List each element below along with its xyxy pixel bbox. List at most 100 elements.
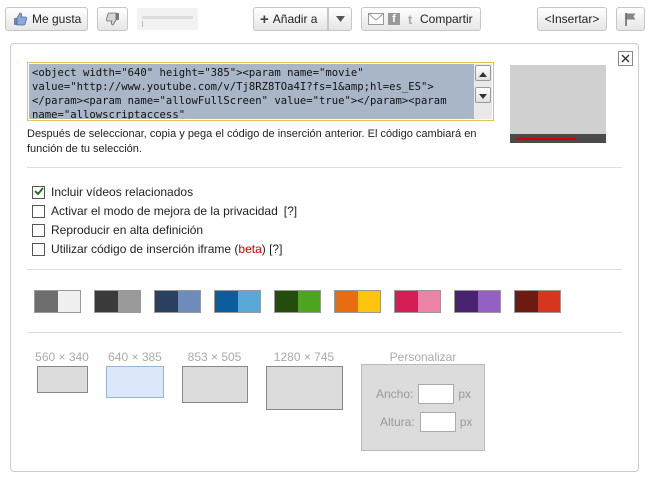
option-label: Reproducir en alta definición [51,223,204,237]
email-icon [368,13,384,25]
size-option-853[interactable]: 853 × 505 [176,350,253,405]
dislike-button[interactable] [97,7,128,31]
color-swatch[interactable] [334,290,381,313]
color-swatch[interactable] [454,290,501,313]
thumbs-up-icon [12,11,28,27]
size-preview-box-selected [106,366,164,398]
checkbox-iframe[interactable] [32,242,45,256]
help-link[interactable]: ) [?] [262,242,283,256]
color-swatch[interactable] [394,290,441,313]
option-label: Activar el modo de mejora de la privacid… [51,204,278,218]
color-swatch[interactable] [514,290,561,313]
color-swatch-half [357,291,380,312]
size-preview-box [266,366,343,410]
option-iframe-text: Utilizar código de inserción iframe (bet… [51,242,282,256]
add-to-dropdown-button[interactable] [328,7,352,31]
close-icon [621,52,630,66]
size-option-640[interactable]: 640 × 385 [100,350,170,400]
rating-bar-tick [142,21,143,27]
embed-help-text: Después de seleccionar, copia y pega el … [27,128,477,155]
embed-label: <Insertar> [544,12,600,26]
option-privacy-mode[interactable]: Activar el modo de mejora de la privacid… [32,204,297,218]
checkbox-privacy-mode[interactable] [32,204,45,218]
divider [27,167,622,168]
checkbox-hd[interactable] [32,223,45,237]
color-swatch-half [477,291,500,312]
width-input[interactable] [418,384,455,404]
color-swatch-half [35,291,58,312]
checkbox-related-videos[interactable] [32,185,45,199]
color-swatch-half [95,291,118,312]
color-swatch-half [537,291,560,312]
checkmark-icon [33,185,44,199]
thumbs-down-icon [105,11,121,27]
color-swatch[interactable] [274,290,321,313]
divider [27,332,622,333]
like-label: Me gusta [32,12,82,26]
color-swatch[interactable] [214,290,261,313]
size-label: 640 × 385 [108,350,162,364]
player-progress-bar [516,138,576,140]
size-preview-box [37,366,88,393]
flag-button[interactable] [616,7,645,31]
scroll-down-button[interactable] [475,87,491,103]
width-unit: px [458,387,472,401]
color-swatch-half [417,291,440,312]
facebook-icon: f [388,13,400,25]
custom-width-row: Ancho: px [376,384,471,404]
embed-button[interactable]: <Insertar> [537,7,607,31]
option-iframe[interactable]: Utilizar código de inserción iframe (bet… [32,242,282,256]
color-swatch[interactable] [34,290,81,313]
embed-code-box[interactable] [27,62,494,121]
color-swatch[interactable] [94,290,141,313]
twitter-icon: t [407,11,413,27]
color-swatch-half [215,291,238,312]
beta-link[interactable]: beta [238,242,261,256]
color-swatch-half [297,291,320,312]
size-label: 1280 × 745 [273,350,335,364]
size-label: 560 × 340 [35,350,89,364]
share-label: Compartir [420,12,473,26]
custom-size-panel: Ancho: px Altura: px [361,364,485,451]
custom-size-title: Personalizar [389,350,457,364]
color-swatch-half [455,291,478,312]
size-label: 853 × 505 [187,350,242,364]
help-link[interactable]: [?] [284,204,297,218]
option-related-videos[interactable]: Incluir vídeos relacionados [32,185,193,199]
height-unit: px [459,415,473,429]
like-button[interactable]: Me gusta [5,7,88,31]
divider [27,269,622,270]
color-swatch-half [237,291,260,312]
embed-code-textarea[interactable] [29,64,474,119]
color-swatch-half [335,291,358,312]
plus-icon: + [260,10,269,28]
size-option-560[interactable]: 560 × 340 [27,350,97,395]
color-swatch-half [395,291,418,312]
width-label: Ancho: [376,387,414,401]
color-swatch[interactable] [154,290,201,313]
option-hd[interactable]: Reproducir en alta definición [32,223,203,237]
chevron-up-icon [479,66,487,80]
color-swatch-half [57,291,80,312]
option-label: Incluir vídeos relacionados [51,185,194,199]
scroll-up-button[interactable] [475,65,491,81]
size-preview-box [182,366,248,403]
color-swatch-half [155,291,178,312]
flag-icon [624,12,638,26]
rating-bar [137,8,198,30]
color-swatch-half [275,291,298,312]
chevron-down-icon [479,88,487,102]
close-button[interactable] [618,51,633,66]
height-label: Altura: [380,415,415,429]
size-option-1280[interactable]: 1280 × 745 [262,350,346,412]
rating-bar-track [142,16,193,19]
share-button[interactable]: f t Compartir [361,7,481,31]
color-swatch-half [515,291,538,312]
custom-height-row: Altura: px [380,412,472,432]
video-preview-thumbnail [510,65,606,143]
embed-code-scrollbar[interactable] [474,64,492,119]
height-input[interactable] [419,412,456,432]
add-to-label: Añadir a [272,12,318,26]
color-swatch-half [177,291,200,312]
add-to-button[interactable]: + Añadir a [253,7,328,31]
